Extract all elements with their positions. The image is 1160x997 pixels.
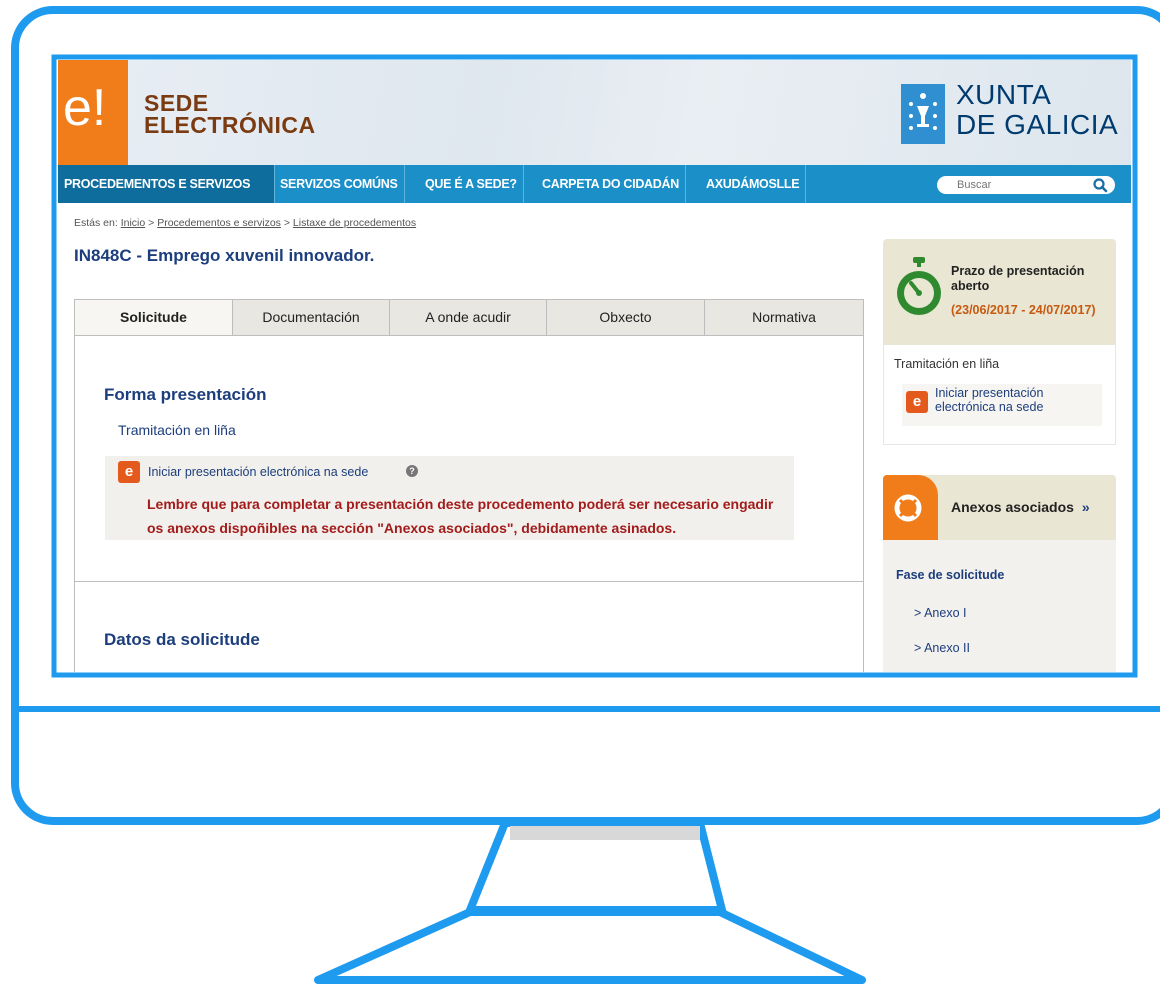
breadcrumb: Estás en: Inicio > Procedementos e servi… <box>74 217 416 229</box>
fase-label: Fase de solicitude <box>896 568 1005 582</box>
notice-warning: Lembre que para completar a presentación… <box>147 496 774 536</box>
breadcrumb-link-procedementos[interactable]: Procedementos e servizos <box>157 217 281 229</box>
tramitacion-label: Tramitación en liña <box>118 422 236 438</box>
section-heading-forma: Forma presentación <box>104 385 267 404</box>
org-name: XUNTA DE GALICIA <box>956 80 1118 140</box>
logo-mark: e! <box>63 79 107 137</box>
page-title: IN848C - Emprego xuvenil innovador. <box>74 246 375 265</box>
procedure-tabs: Solicitude Documentación A onde acudir O… <box>74 299 864 336</box>
browser-screen: e! SEDE ELECTRÓNICA XUNTA DE GALICIA PRO… <box>58 60 1131 672</box>
help-icon[interactable]: ? <box>406 465 418 477</box>
nav-item-servizos-comuns[interactable]: SERVIZOS COMÚNS <box>274 165 405 203</box>
nav-item-axudamoslle[interactable]: AXUDÁMOSLLE <box>700 165 807 203</box>
anexos-title-text: Anexos asociados <box>951 499 1074 515</box>
tab-a-onde-acudir[interactable]: A onde acudir <box>390 300 547 335</box>
breadcrumb-separator: > <box>283 217 290 229</box>
breadcrumb-link-listaxe[interactable]: Listaxe de procedementos <box>293 217 416 229</box>
tab-solicitude[interactable]: Solicitude <box>75 300 233 335</box>
stopwatch-icon <box>894 255 944 319</box>
divider <box>74 581 864 582</box>
nav-item-que-e-a-sede[interactable]: QUE É A SEDE? <box>419 165 524 203</box>
site-header: e! SEDE ELECTRÓNICA XUNTA DE GALICIA <box>58 60 1131 165</box>
section-heading-datos: Datos da solicitude <box>104 630 260 649</box>
double-chevron-right-icon: » <box>1081 499 1090 515</box>
sidebar-start-submission-link[interactable]: Iniciar presentación electrónica na sede <box>935 386 1095 414</box>
tab-normativa[interactable]: Normativa <box>705 300 863 335</box>
org-line1: XUNTA <box>956 79 1052 110</box>
site-title[interactable]: SEDE ELECTRÓNICA <box>144 90 316 138</box>
anexo-link-i[interactable]: > Anexo I <box>914 606 966 620</box>
xunta-emblem-icon <box>901 84 945 144</box>
start-submission-link[interactable]: Iniciar presentación electrónica na sede <box>148 465 368 479</box>
nav-item-carpeta[interactable]: CARPETA DO CIDADÁN <box>536 165 686 203</box>
neck-shadow <box>510 826 700 840</box>
anexos-title[interactable]: Anexos asociados » <box>951 499 1090 515</box>
sidebar-tramitacion-label: Tramitación en liña <box>894 357 1000 371</box>
search-icon[interactable] <box>1091 177 1109 193</box>
deadline-title: Prazo de presentación aberto <box>951 264 1085 293</box>
breadcrumb-separator: > <box>148 217 155 229</box>
breadcrumb-link-inicio[interactable]: Inicio <box>121 217 146 229</box>
logo-badge[interactable]: e! <box>58 60 128 165</box>
electronic-submission-icon[interactable]: e <box>118 461 140 483</box>
search-input[interactable] <box>937 176 1115 194</box>
lifebuoy-icon <box>883 475 938 540</box>
tab-documentacion[interactable]: Documentación <box>233 300 390 335</box>
nav-item-procedementos[interactable]: PROCEDEMENTOS E SERVIZOS <box>58 165 275 203</box>
tab-obxecto[interactable]: Obxecto <box>547 300 705 335</box>
site-title-line2: ELECTRÓNICA <box>144 112 316 138</box>
anexo-link-ii[interactable]: > Anexo II <box>914 641 970 655</box>
deadline-dates: (23/06/2017 - 24/07/2017) <box>951 303 1096 317</box>
site-title-line1: SEDE <box>144 90 209 116</box>
breadcrumb-prefix: Estás en: <box>74 217 118 229</box>
org-line2: DE GALICIA <box>956 109 1119 140</box>
sidebar-electronic-submission-icon[interactable]: e <box>906 391 928 413</box>
monitor-base <box>314 908 866 984</box>
